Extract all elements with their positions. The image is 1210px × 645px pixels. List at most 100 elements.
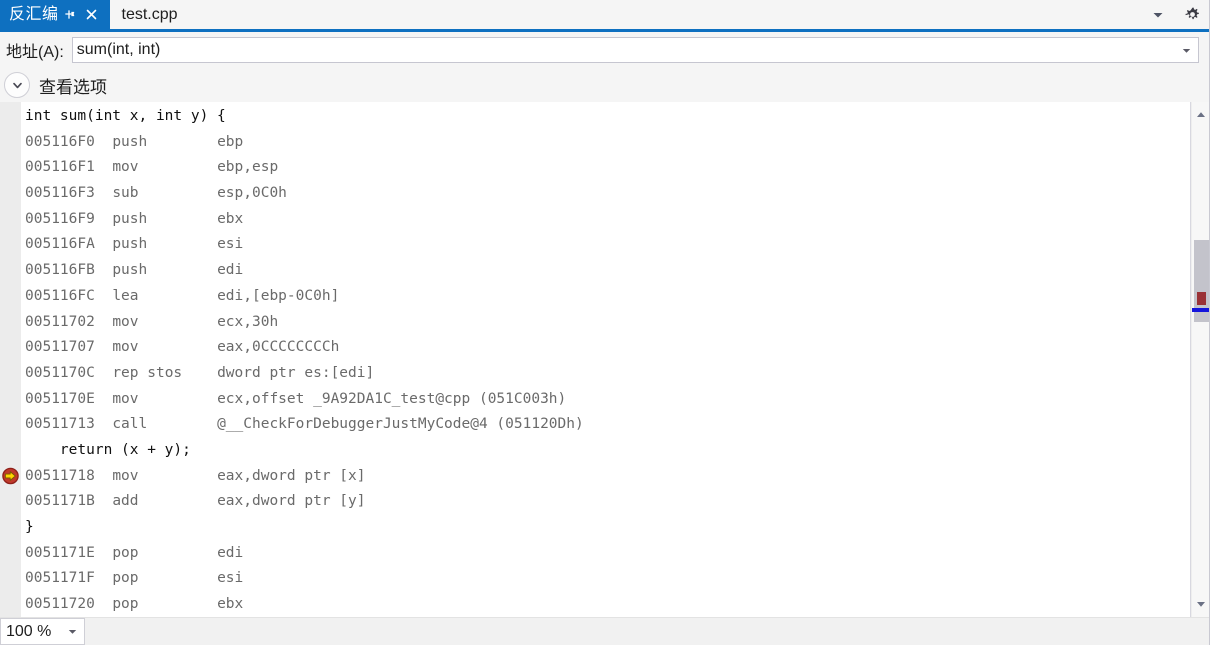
instruction-operands: eax,0CCCCCCCCh bbox=[217, 339, 340, 356]
disassembly-line[interactable]: 005116FB push edi bbox=[0, 258, 1180, 284]
tab-strip: 反汇编 test.cpp bbox=[0, 0, 1210, 29]
address-input[interactable] bbox=[72, 38, 1198, 62]
instruction-mnemonic: push bbox=[112, 133, 218, 150]
instruction-operands: ebx bbox=[217, 210, 244, 227]
disassembly-line[interactable]: 0051171F pop esi bbox=[0, 566, 1180, 592]
source-line-text: return (x + y); bbox=[25, 441, 191, 458]
disassembly-line[interactable]: 0051171E pop edi bbox=[0, 541, 1180, 567]
instruction-address: 00511702 bbox=[25, 313, 113, 330]
disassembly-line[interactable]: 005116F3 sub esp,0C0h bbox=[0, 181, 1180, 207]
zoom-combobox[interactable]: 100 % bbox=[0, 618, 85, 645]
disassembly-code-area[interactable]: int sum(int x, int y) { 005116F0 push ebp… bbox=[0, 102, 1210, 617]
instruction-operands: ebx bbox=[217, 596, 244, 613]
instruction-operands: ecx,30h bbox=[217, 313, 279, 330]
source-line[interactable]: } bbox=[0, 515, 1180, 541]
instruction-mnemonic: lea bbox=[112, 287, 218, 304]
instruction-operands: edi bbox=[217, 262, 244, 279]
instruction-address: 00511718 bbox=[25, 467, 113, 484]
instruction-address: 005116FB bbox=[25, 262, 113, 279]
instruction-address: 005116F0 bbox=[25, 133, 113, 150]
instruction-mnemonic: sub bbox=[112, 185, 218, 202]
source-line-text: } bbox=[25, 519, 34, 535]
scroll-down-arrow-icon[interactable] bbox=[1192, 595, 1210, 613]
disassembly-line[interactable]: 0051171B add eax,dword ptr [y] bbox=[0, 489, 1180, 515]
pin-icon[interactable] bbox=[59, 0, 81, 29]
instruction-address: 0051170E bbox=[25, 390, 113, 407]
instruction-address: 0051171F bbox=[25, 570, 113, 587]
instruction-operands: esi bbox=[217, 236, 244, 253]
source-line-text: int sum(int x, int y) { bbox=[25, 108, 226, 124]
disassembly-window: 反汇编 test.cpp 地址(A): sum(int, int) 查看选项 i… bbox=[0, 0, 1210, 645]
instruction-operands: esp,0C0h bbox=[217, 185, 287, 202]
disassembly-line[interactable]: 005116FC lea edi,[ebp-0C0h] bbox=[0, 284, 1180, 310]
tab-disassembly[interactable]: 反汇编 bbox=[0, 0, 110, 29]
tab-strip-spacer bbox=[190, 0, 1146, 29]
view-options-row[interactable]: 查看选项 bbox=[0, 68, 1210, 102]
disassembly-line[interactable]: 00511720 pop ebx bbox=[0, 592, 1180, 617]
instruction-operands: ecx,offset _9A92DA1C_test@cpp (051C003h) bbox=[217, 390, 567, 407]
instruction-mnemonic: mov bbox=[112, 339, 218, 356]
instruction-mnemonic: pop bbox=[112, 570, 218, 587]
zoom-dropdown-icon[interactable] bbox=[65, 619, 79, 644]
current-statement-breakpoint-icon[interactable] bbox=[2, 468, 19, 485]
instruction-mnemonic: call bbox=[112, 416, 218, 433]
tab-disassembly-label: 反汇编 bbox=[9, 5, 59, 23]
instruction-operands: dword ptr es:[edi] bbox=[217, 364, 375, 381]
address-combobox[interactable] bbox=[71, 37, 1199, 63]
instruction-mnemonic: mov bbox=[112, 313, 218, 330]
disassembly-line[interactable]: 0051170E mov ecx,offset _9A92DA1C_test@c… bbox=[0, 387, 1180, 413]
disassembly-line[interactable]: 005116F0 push ebp bbox=[0, 130, 1180, 156]
horizontal-scrollbar[interactable] bbox=[85, 618, 1210, 645]
instruction-operands: esi bbox=[217, 570, 244, 587]
disassembly-line[interactable]: 0051170C rep stos dword ptr es:[edi] bbox=[0, 361, 1180, 387]
scrollbar-breakpoint-marker bbox=[1197, 292, 1206, 305]
disassembly-line[interactable]: 005116F9 push ebx bbox=[0, 207, 1180, 233]
instruction-address: 00511713 bbox=[25, 416, 113, 433]
gear-icon[interactable] bbox=[1180, 3, 1204, 27]
instruction-mnemonic: mov bbox=[112, 159, 218, 176]
disassembly-line[interactable]: 005116F1 mov ebp,esp bbox=[0, 155, 1180, 181]
source-line[interactable]: return (x + y); bbox=[0, 438, 1180, 464]
tab-test-cpp-label: test.cpp bbox=[121, 5, 178, 23]
address-dropdown-icon[interactable] bbox=[1177, 38, 1195, 62]
instruction-address: 00511707 bbox=[25, 339, 113, 356]
vertical-scrollbar[interactable] bbox=[1191, 102, 1210, 617]
instruction-address: 00511720 bbox=[25, 596, 113, 613]
tab-test-cpp[interactable]: test.cpp bbox=[109, 0, 190, 29]
scrollbar-current-line-marker bbox=[1192, 308, 1210, 312]
instruction-operands: ebp,esp bbox=[217, 159, 279, 176]
address-toolbar: 地址(A): bbox=[0, 32, 1210, 68]
disassembly-line[interactable]: 00511702 mov ecx,30h bbox=[0, 310, 1180, 336]
instruction-operands: ebp bbox=[217, 133, 244, 150]
instruction-mnemonic: mov bbox=[112, 467, 218, 484]
zoom-level-value: 100 % bbox=[6, 622, 52, 640]
instruction-address: 0051170C bbox=[25, 364, 113, 381]
chevron-down-circle-icon[interactable] bbox=[4, 72, 30, 98]
instruction-mnemonic: pop bbox=[112, 544, 218, 561]
instruction-operands: eax,dword ptr [y] bbox=[217, 493, 366, 510]
instruction-address: 0051171B bbox=[25, 493, 113, 510]
instruction-mnemonic: mov bbox=[112, 390, 218, 407]
scroll-up-arrow-icon[interactable] bbox=[1192, 106, 1210, 124]
disassembly-line[interactable]: 00511718 mov eax,dword ptr [x] bbox=[0, 464, 1180, 490]
instruction-operands: eax,dword ptr [x] bbox=[217, 467, 366, 484]
source-line[interactable]: int sum(int x, int y) { bbox=[0, 104, 1180, 130]
tab-strip-actions bbox=[1146, 0, 1210, 29]
view-options-label: 查看选项 bbox=[39, 77, 107, 97]
status-bar: 100 % bbox=[0, 617, 1210, 645]
instruction-address: 005116F3 bbox=[25, 185, 113, 202]
instruction-operands: @__CheckForDebuggerJustMyCode@4 (051120D… bbox=[217, 416, 584, 433]
instruction-mnemonic: pop bbox=[112, 596, 218, 613]
instruction-address: 005116F9 bbox=[25, 210, 113, 227]
instruction-mnemonic: push bbox=[112, 210, 218, 227]
disassembly-line[interactable]: 00511713 call @__CheckForDebuggerJustMyC… bbox=[0, 412, 1180, 438]
instruction-address: 005116FA bbox=[25, 236, 113, 253]
chevron-down-icon[interactable] bbox=[1146, 3, 1170, 27]
disassembly-line[interactable]: 005116FA push esi bbox=[0, 232, 1180, 258]
address-label: 地址(A): bbox=[6, 44, 64, 61]
instruction-mnemonic: push bbox=[112, 236, 218, 253]
instruction-operands: edi,[ebp-0C0h] bbox=[217, 287, 340, 304]
instruction-address: 005116FC bbox=[25, 287, 113, 304]
close-icon[interactable] bbox=[81, 0, 103, 29]
disassembly-line[interactable]: 00511707 mov eax,0CCCCCCCCh bbox=[0, 335, 1180, 361]
